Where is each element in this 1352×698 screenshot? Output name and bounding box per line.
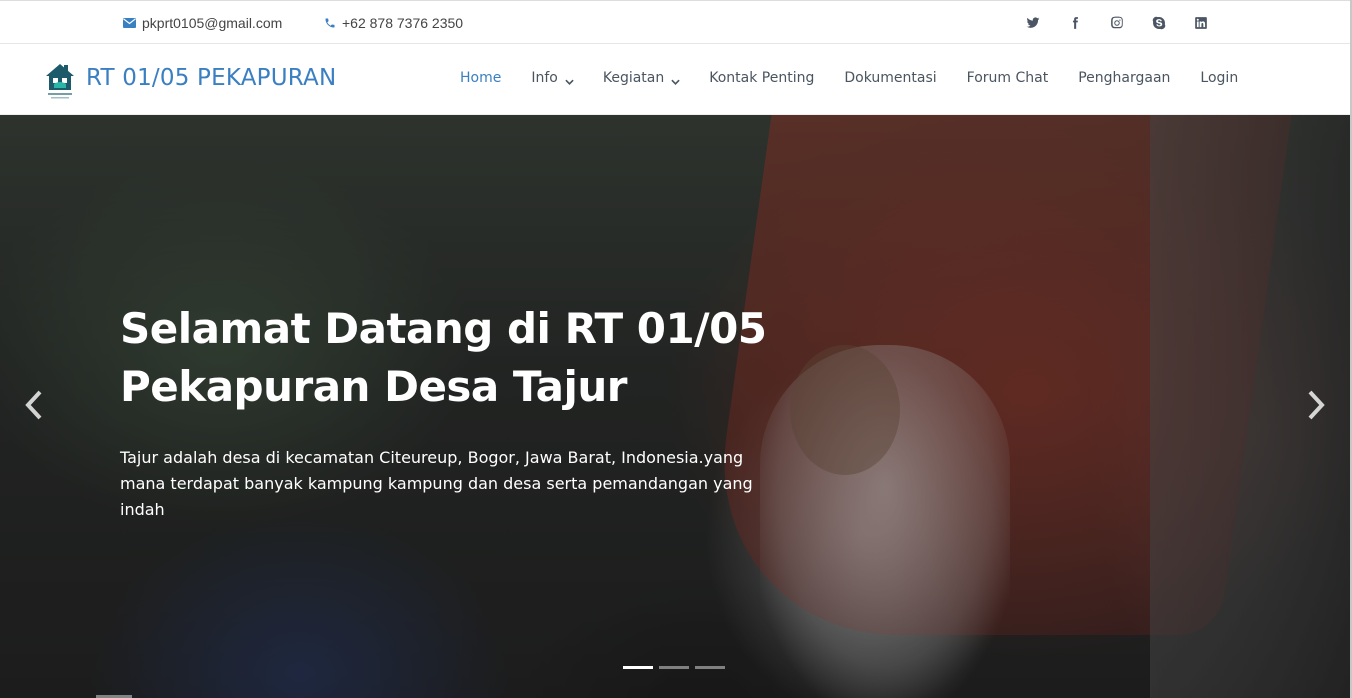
twitter-icon[interactable] [1012,1,1054,45]
nav-dokumentasi[interactable]: Dokumentasi [829,45,951,111]
carousel-indicators [623,666,725,669]
nav-login-label: Login [1200,70,1239,86]
nav-penghargaan[interactable]: Penghargaan [1063,45,1185,111]
carousel-prev-button[interactable] [14,385,54,425]
carousel-indicator-2[interactable] [659,666,689,669]
nav-kegiatan[interactable]: Kegiatan [588,45,694,111]
phone-icon [324,17,336,29]
chevron-left-icon [25,390,42,420]
email-contact[interactable]: pkprt0105@gmail.com [123,1,282,45]
nav-dokumentasi-label: Dokumentasi [844,70,937,86]
nav-home[interactable]: Home [445,45,516,111]
nav-home-label: Home [460,70,502,86]
nav-kontak-penting[interactable]: Kontak Penting [694,45,829,111]
skype-icon[interactable] [1138,1,1180,45]
phone-contact[interactable]: +62 878 7376 2350 [324,1,463,45]
carousel-indicator-3[interactable] [695,666,725,669]
nav-kontak-penting-label: Kontak Penting [709,70,815,86]
nav-forum-chat[interactable]: Forum Chat [952,45,1064,111]
nav-login[interactable]: Login [1185,45,1253,111]
nav-kegiatan-label: Kegiatan [602,70,665,86]
site-header: RT 01/05 PEKAPURAN Home Info Kegiatan Ko… [0,45,1352,115]
hero-carousel: Selamat Datang di RT 01/05 Pekapuran Des… [0,115,1352,698]
nav-penghargaan-label: Penghargaan [1078,70,1171,86]
linkedin-icon[interactable] [1180,1,1222,45]
main-nav: Home Info Kegiatan Kontak Penting Dokume… [445,45,1253,111]
site-brand[interactable]: RT 01/05 PEKAPURAN [86,45,336,111]
chevron-down-icon [671,74,680,85]
instagram-icon[interactable] [1096,1,1138,45]
site-logo[interactable] [44,60,76,102]
email-text: pkprt0105@gmail.com [142,15,283,31]
hero-title: Selamat Datang di RT 01/05 Pekapuran Des… [120,304,767,411]
chevron-down-icon [565,74,574,85]
social-links [1012,1,1222,45]
carousel-next-button[interactable] [1296,385,1336,425]
hero-description: Tajur adalah desa di kecamatan Citeureup… [120,448,753,519]
nav-info-label: Info [531,70,558,86]
carousel-indicator-1[interactable] [623,666,653,669]
chevron-right-icon [1308,390,1325,420]
nav-forum-chat-label: Forum Chat [966,70,1049,86]
top-bar: pkprt0105@gmail.com +62 878 7376 2350 [0,0,1352,44]
envelope-icon [123,18,136,28]
phone-text: +62 878 7376 2350 [342,15,464,31]
facebook-icon[interactable] [1054,1,1096,45]
nav-info[interactable]: Info [516,45,588,111]
